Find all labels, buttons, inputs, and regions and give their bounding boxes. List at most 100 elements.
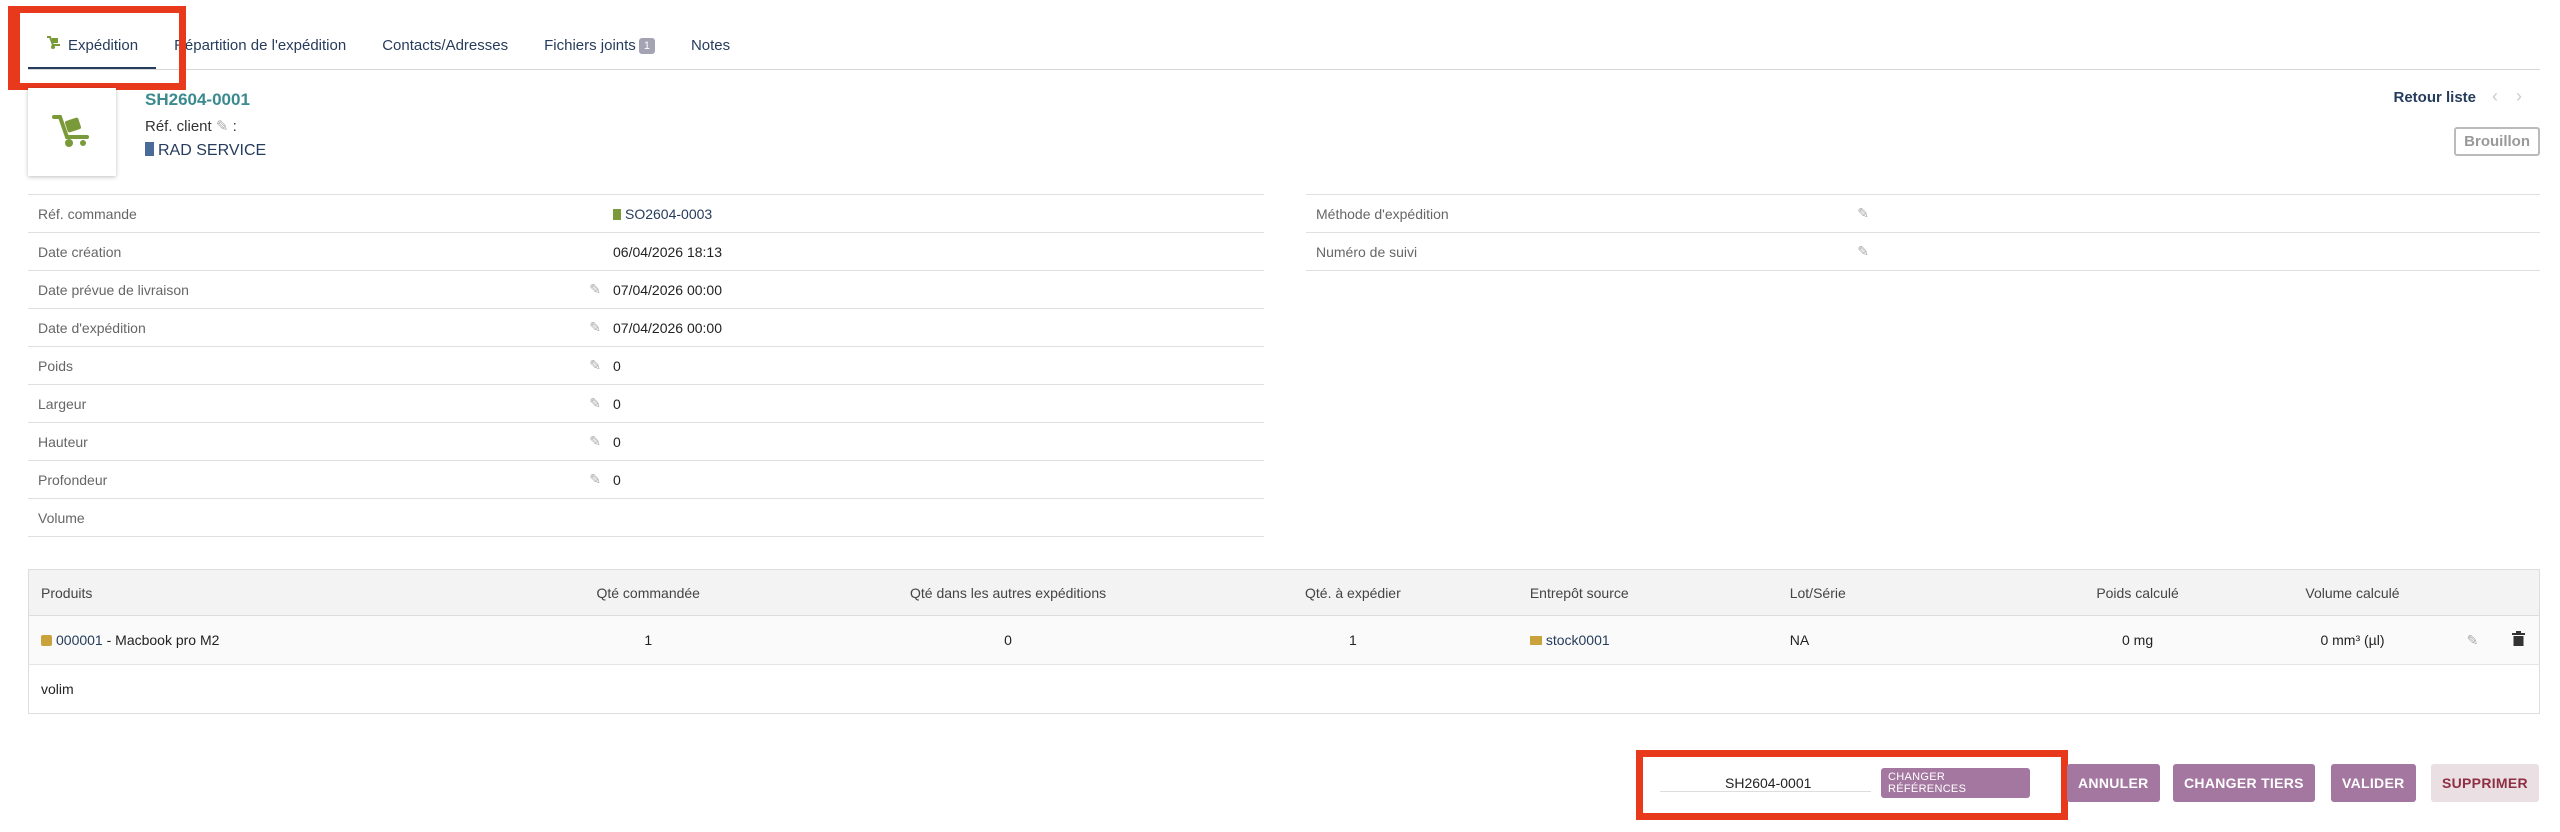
field-label: Largeur	[28, 384, 583, 423]
column-header: Qté dans les autres expéditions	[828, 569, 1188, 616]
field-row: Numéro de suivi ✎	[1306, 232, 2540, 271]
field-row: Date création 06/04/2026 18:13	[28, 232, 1264, 271]
field-value: 07/04/2026 00:00	[613, 270, 1264, 309]
tab-notes[interactable]: Notes	[673, 22, 748, 70]
highlight-box	[8, 6, 20, 90]
field-value: 0	[613, 422, 1264, 461]
field-row: Hauteur ✎ 0	[28, 422, 1264, 461]
column-header: Qté. à expédier	[1187, 569, 1518, 616]
field-value: 06/04/2026 18:13	[613, 232, 1264, 271]
shipment-ref: SH2604-0001	[145, 90, 250, 109]
product-ref-link[interactable]: 000001	[56, 632, 103, 648]
field-value: SO2604-0003	[625, 205, 713, 222]
field-label: Date d'expédition	[28, 308, 583, 347]
field-label: Réf. commande	[28, 194, 583, 233]
field-label: Hauteur	[28, 422, 583, 461]
field-label: Numéro de suivi	[1306, 232, 1851, 271]
document-icon	[613, 208, 621, 220]
field-row: Date d'expédition ✎ 07/04/2026 00:00	[28, 308, 1264, 347]
ref-client: Réf. client ✎ :	[145, 117, 237, 135]
field-label: Date création	[28, 232, 583, 271]
product-cell: 000001 - Macbook pro M2	[28, 615, 469, 665]
thirdparty-name: RAD SERVICE	[158, 142, 267, 159]
pencil-icon[interactable]: ✎	[583, 460, 613, 499]
table-row: 000001 - Macbook pro M2 1 0 1 stock0001 …	[28, 615, 2540, 665]
column-header: Qté commandée	[468, 569, 829, 616]
delete-button[interactable]: SUPPRIMER	[2431, 764, 2539, 802]
trash-icon[interactable]	[2497, 615, 2540, 665]
qty-ordered: 1	[468, 615, 829, 665]
pencil-icon[interactable]: ✎	[583, 384, 613, 423]
files-count-badge: 1	[638, 38, 655, 55]
highlight-box	[8, 6, 186, 90]
column-header: Volume calculé	[2257, 569, 2448, 616]
field-label: Méthode d'expédition	[1306, 194, 1851, 233]
order-ref-link[interactable]: SO2604-0003	[613, 194, 1264, 233]
ref-input[interactable]: SH2604-0001	[1660, 775, 1872, 792]
field-row: Méthode d'expédition ✎	[1306, 194, 2540, 233]
field-value	[1881, 194, 2540, 233]
change-references-form: SH2604-0001 CHANGER RÉFÉRENCES	[1660, 768, 2030, 798]
column-header: Poids calculé	[2017, 569, 2258, 616]
calculated-weight: 0 mg	[2017, 615, 2258, 665]
qty-other-shipments: 0	[828, 615, 1188, 665]
column-header: Lot/Série	[1777, 569, 2018, 616]
ref-client-separator: :	[232, 118, 237, 135]
pencil-icon[interactable]: ✎	[583, 270, 613, 309]
warehouse-cell: stock0001	[1517, 615, 1778, 665]
field-value	[613, 498, 1264, 537]
field-label: Volume	[28, 498, 583, 537]
pencil-icon[interactable]: ✎	[583, 346, 613, 385]
tabs-divider	[28, 69, 2540, 70]
note-row: volim	[29, 665, 2540, 714]
field-row: Poids ✎ 0	[28, 346, 1264, 385]
column-header: Entrepôt source	[1517, 569, 1778, 616]
building-icon	[145, 142, 154, 156]
field-label: Profondeur	[28, 460, 583, 499]
thirdparty-link[interactable]: RAD SERVICE	[145, 142, 266, 160]
tab-repartition[interactable]: Répartition de l'expédition	[156, 22, 364, 70]
tab-label: Notes	[690, 37, 731, 54]
qty-to-ship: 1	[1187, 615, 1518, 665]
tab-attached-files[interactable]: Fichiers joints 1	[526, 22, 673, 70]
pencil-icon[interactable]: ✎	[1851, 194, 1881, 233]
field-value: 0	[613, 460, 1264, 499]
shipment-icon	[28, 88, 116, 176]
ref-client-label: Réf. client	[145, 118, 212, 135]
field-value: 0	[613, 384, 1264, 423]
change-references-button[interactable]: CHANGER RÉFÉRENCES	[1881, 768, 2030, 798]
pencil-icon[interactable]: ✎	[216, 118, 229, 135]
warehouse-icon	[1529, 636, 1542, 645]
tab-contacts[interactable]: Contacts/Adresses	[364, 22, 526, 70]
pencil-icon[interactable]: ✎	[583, 422, 613, 461]
field-value: 0	[613, 346, 1264, 385]
field-row: Largeur ✎ 0	[28, 384, 1264, 423]
field-row: Réf. commande SO2604-0003	[28, 194, 1264, 233]
validate-button[interactable]: VALIDER	[2331, 764, 2416, 802]
pencil-icon[interactable]: ✎	[1851, 232, 1881, 271]
field-row: Profondeur ✎ 0	[28, 460, 1264, 499]
pencil-icon[interactable]: ✎	[583, 308, 613, 347]
status-badge: Brouillon	[2454, 127, 2540, 156]
chevron-right-icon[interactable]: ›	[2516, 86, 2540, 106]
field-row: Date prévue de livraison ✎ 07/04/2026 00:0…	[28, 270, 1264, 309]
record-nav: ‹›	[2492, 86, 2540, 107]
pencil-icon[interactable]: ✎	[2447, 615, 2498, 665]
back-to-list-link[interactable]: Retour liste	[2393, 89, 2476, 106]
column-header: Produits	[28, 569, 469, 616]
field-row: Volume	[28, 498, 1264, 537]
change-thirdparty-button[interactable]: CHANGER TIERS	[2173, 764, 2315, 802]
warehouse-link[interactable]: stock0001	[1546, 632, 1610, 648]
left-fields-table: Réf. commande SO2604-0003 Date création 06…	[28, 194, 1264, 537]
field-value: 07/04/2026 00:00	[613, 308, 1264, 347]
product-box-icon	[41, 635, 52, 646]
tab-label: Fichiers joints	[544, 37, 636, 54]
cancel-button[interactable]: ANNULER	[2067, 764, 2160, 802]
field-label: Date prévue de livraison	[28, 270, 583, 309]
table-header-row: Produits Qté commandée Qté dans les autr…	[28, 569, 2540, 616]
tab-label: Répartition de l'expédition	[174, 37, 347, 54]
chevron-left-icon[interactable]: ‹	[2492, 86, 2516, 106]
right-fields-table: Méthode d'expédition ✎ Numéro de suivi ✎	[1306, 194, 2540, 271]
products-table: Produits Qté commandée Qté dans les autr…	[28, 569, 2540, 714]
field-label: Poids	[28, 346, 583, 385]
